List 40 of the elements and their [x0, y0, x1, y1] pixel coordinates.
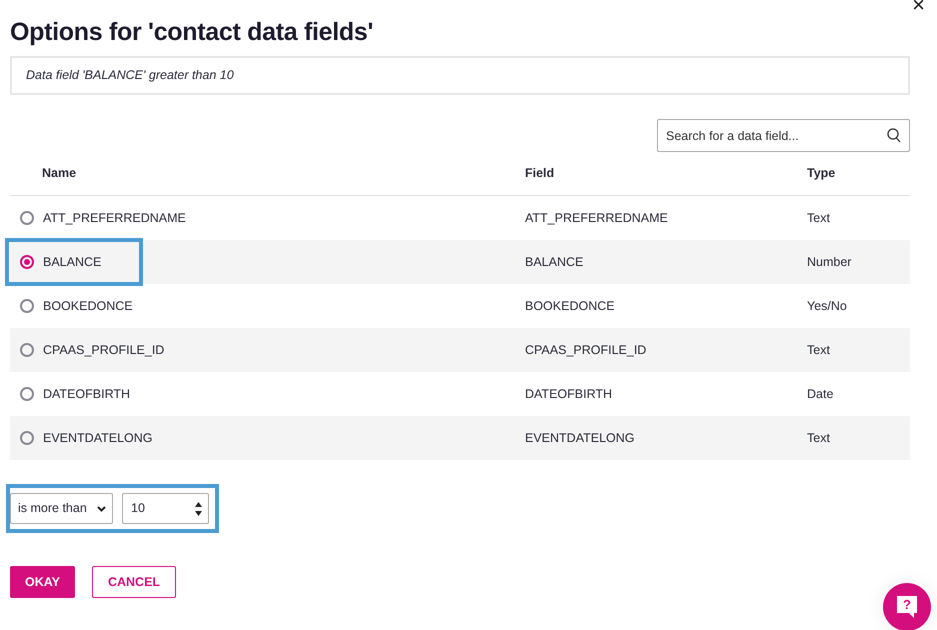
spinner-arrows-icon [194, 500, 203, 516]
table-cell: ATT_PREFERREDNAME [525, 210, 668, 225]
okay-button[interactable]: OKAY [10, 566, 75, 598]
table-cell-text: DATEOFBIRTH [43, 386, 130, 403]
column-header: Field [524, 165, 556, 182]
dialog-title: Options for 'contact data fields' [10, 17, 374, 48]
summary-text: Data field 'BALANCE' greater than 10 [26, 67, 234, 84]
table-cell: Yes/No [807, 298, 847, 313]
table-cell-text: BALANCE [43, 254, 102, 271]
table-cell: CPAAS_PROFILE_ID [525, 342, 646, 357]
column-header: Name [41, 165, 78, 182]
question-bubble-icon: ? [896, 595, 918, 619]
table-cell-text: ATT_PREFERREDNAME [43, 210, 186, 227]
table-cell-text: BOOKEDONCE [43, 298, 133, 315]
radio-button[interactable] [20, 343, 34, 357]
radio-button[interactable] [20, 211, 34, 225]
search-icon [887, 128, 901, 143]
table-cell: BALANCE [525, 254, 584, 269]
table-cell-text: CPAAS_PROFILE_ID [43, 342, 164, 359]
cancel-button[interactable]: CANCEL [92, 566, 176, 598]
table-cell: Date [807, 386, 834, 401]
radio-button[interactable] [20, 387, 34, 401]
operator-dropdown[interactable]: is more than [10, 493, 113, 524]
search-field[interactable]: Search for a data field... [657, 119, 910, 152]
radio-button[interactable] [20, 299, 34, 313]
table-cell: Text [807, 430, 830, 445]
close-button[interactable]: × [908, 0, 929, 16]
table-cell: DATEOFBIRTH [525, 386, 612, 401]
radio-button[interactable] [20, 431, 34, 445]
column-header: Type [806, 165, 836, 182]
table-cell: BOOKEDONCE [525, 298, 615, 313]
help-button[interactable]: ? [883, 583, 931, 630]
table-cell: EVENTDATELONG [525, 430, 635, 445]
number-field[interactable]: 10 [122, 493, 209, 524]
table-cell: Text [807, 210, 830, 225]
radio-button[interactable] [20, 255, 34, 269]
chevron-down-icon [97, 506, 106, 512]
table-cell: Number [807, 254, 852, 269]
table-cell: Text [807, 342, 830, 357]
table-cell-text: EVENTDATELONG [43, 430, 153, 447]
